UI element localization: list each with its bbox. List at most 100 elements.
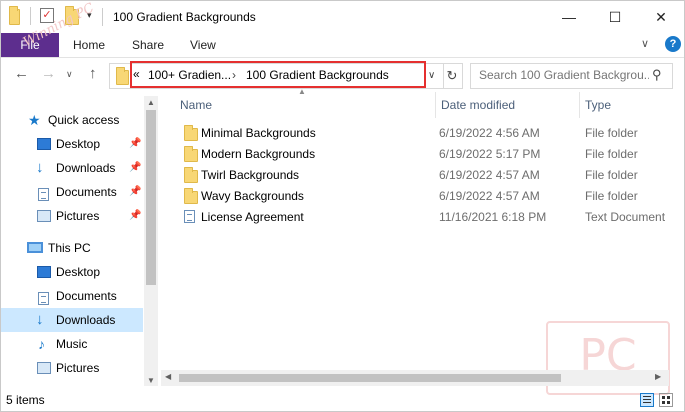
- column-header-name[interactable]: Name: [180, 98, 212, 112]
- address-history-icon[interactable]: ∨: [428, 70, 435, 81]
- search-icon[interactable]: ⚲: [652, 67, 662, 83]
- navigation-bar: ← → ∨ ↑ « 100+ Gradien... › 100 Gradient…: [1, 58, 684, 92]
- explorer-window: ✓ ▾ 100 Gradient Backgrounds — ☐ ✕ File …: [0, 0, 685, 412]
- up-arrow-icon[interactable]: ↑: [89, 65, 97, 82]
- search-input[interactable]: [479, 68, 649, 82]
- file-type: Text Document: [585, 210, 666, 224]
- sidebar-item-label: Music: [56, 337, 88, 351]
- file-name: License Agreement: [201, 210, 304, 224]
- sidebar-item-label: Pictures: [56, 209, 100, 223]
- help-icon[interactable]: ?: [665, 36, 681, 52]
- file-date: 6/19/2022 5:17 PM: [439, 147, 541, 161]
- scroll-left-icon[interactable]: ◀: [165, 372, 171, 381]
- folder-icon: [184, 188, 198, 207]
- divider: [30, 7, 31, 25]
- sidebar-item-label: Quick access: [48, 113, 120, 127]
- navigation-pane: ★ Quick access Desktop 📌 ↓ Downloads 📌 D…: [1, 96, 143, 386]
- back-arrow-icon[interactable]: ←: [14, 65, 29, 82]
- sidebar-item-pc-downloads[interactable]: ↓ Downloads: [1, 308, 143, 332]
- minimize-button[interactable]: —: [546, 1, 592, 33]
- folder-icon: [9, 6, 20, 28]
- pin-icon: 📌: [129, 186, 142, 197]
- details-view-icon[interactable]: [640, 393, 654, 407]
- status-bar: 5 items: [1, 390, 684, 411]
- expand-ribbon-icon[interactable]: ∨: [641, 37, 649, 50]
- file-date: 6/19/2022 4:56 AM: [439, 126, 540, 140]
- sidebar-item-label: Downloads: [56, 161, 116, 175]
- file-type: File folder: [585, 147, 638, 161]
- sidebar-item-label: Desktop: [56, 265, 101, 279]
- scroll-up-icon[interactable]: ▲: [147, 98, 155, 107]
- forward-arrow-icon[interactable]: →: [41, 65, 56, 82]
- tab-share[interactable]: Share: [132, 38, 164, 52]
- sort-up-icon: ▲: [298, 87, 306, 96]
- sidebar-item-documents[interactable]: Documents 📌: [1, 180, 143, 204]
- close-button[interactable]: ✕: [638, 1, 684, 33]
- sidebar-item-this-pc[interactable]: This PC: [1, 236, 143, 260]
- large-icons-view-icon[interactable]: [659, 393, 673, 407]
- file-name: Twirl Backgrounds: [201, 168, 300, 182]
- scrollbar-thumb[interactable]: [179, 374, 561, 382]
- file-name: Modern Backgrounds: [201, 147, 316, 161]
- window-title: 100 Gradient Backgrounds: [113, 10, 256, 24]
- sidebar-item-label: Documents: [56, 289, 117, 303]
- sidebar-item-quick-access[interactable]: ★ Quick access: [1, 108, 143, 132]
- column-divider[interactable]: [579, 92, 580, 118]
- download-icon: ↓: [36, 311, 44, 328]
- file-name: Minimal Backgrounds: [201, 126, 316, 140]
- pictures-icon: [37, 210, 51, 222]
- pin-icon: 📌: [129, 162, 142, 173]
- desktop-icon: [37, 138, 51, 150]
- pictures-icon: [37, 362, 51, 374]
- sidebar-item-downloads[interactable]: ↓ Downloads 📌: [1, 156, 143, 180]
- divider: [102, 8, 103, 26]
- tab-home[interactable]: Home: [73, 38, 105, 52]
- ribbon: File Home Share View ∨ ?: [1, 33, 684, 58]
- address-highlight-box: [130, 61, 426, 88]
- folder-icon: [184, 167, 198, 186]
- sidebar-item-label: Downloads: [56, 313, 116, 327]
- file-row[interactable]: Wavy Backgrounds 6/19/2022 4:57 AM File …: [176, 186, 671, 207]
- sidebar-item-music[interactable]: ♪ Music: [1, 332, 143, 356]
- sidebar-item-label: Documents: [56, 185, 117, 199]
- search-box[interactable]: ⚲: [470, 63, 673, 89]
- refresh-icon[interactable]: ↻: [442, 63, 463, 89]
- sidebar-item-desktop[interactable]: Desktop 📌: [1, 132, 143, 156]
- file-row[interactable]: License Agreement 11/16/2021 6:18 PM Tex…: [176, 207, 671, 228]
- title-bar: ✓ ▾ 100 Gradient Backgrounds — ☐ ✕: [1, 1, 684, 33]
- folder-icon: [116, 67, 129, 88]
- file-date: 6/19/2022 4:57 AM: [439, 189, 540, 203]
- file-type: File folder: [585, 168, 638, 182]
- file-name: Wavy Backgrounds: [201, 189, 304, 203]
- file-row[interactable]: Modern Backgrounds 6/19/2022 5:17 PM Fil…: [176, 144, 671, 165]
- sidebar-item-pc-documents[interactable]: Documents: [1, 284, 143, 308]
- maximize-button[interactable]: ☐: [592, 1, 638, 33]
- file-date: 6/19/2022 4:57 AM: [439, 168, 540, 182]
- file-row[interactable]: Twirl Backgrounds 6/19/2022 4:57 AM File…: [176, 165, 671, 186]
- item-count: 5 items: [6, 393, 45, 407]
- computer-icon: [27, 242, 43, 253]
- sidebar-item-pc-pictures[interactable]: Pictures: [1, 356, 143, 380]
- scroll-right-icon[interactable]: ▶: [655, 372, 661, 381]
- sidebar-item-label: Desktop: [56, 137, 101, 151]
- column-header-date[interactable]: Date modified: [441, 98, 515, 112]
- sidebar-scrollbar[interactable]: ▲ ▼: [144, 96, 158, 386]
- pin-icon: 📌: [129, 138, 142, 149]
- file-date: 11/16/2021 6:18 PM: [439, 210, 547, 224]
- horizontal-scrollbar[interactable]: ◀ ▶: [161, 370, 669, 386]
- sidebar-item-pc-desktop[interactable]: Desktop: [1, 260, 143, 284]
- download-icon: ↓: [36, 159, 44, 176]
- sidebar-item-pictures[interactable]: Pictures 📌: [1, 204, 143, 228]
- file-row[interactable]: Minimal Backgrounds 6/19/2022 4:56 AM Fi…: [176, 123, 671, 144]
- tab-view[interactable]: View: [190, 38, 216, 52]
- music-icon: ♪: [38, 336, 45, 352]
- folder-icon: [184, 146, 198, 165]
- column-header-type[interactable]: Type: [585, 98, 611, 112]
- sidebar-item-label: Pictures: [56, 361, 100, 375]
- scrollbar-thumb[interactable]: [146, 110, 156, 285]
- recent-locations-icon[interactable]: ∨: [66, 69, 73, 80]
- column-divider[interactable]: [435, 92, 436, 118]
- desktop-icon: [37, 266, 51, 278]
- star-icon: ★: [28, 112, 41, 128]
- scroll-down-icon[interactable]: ▼: [147, 376, 155, 385]
